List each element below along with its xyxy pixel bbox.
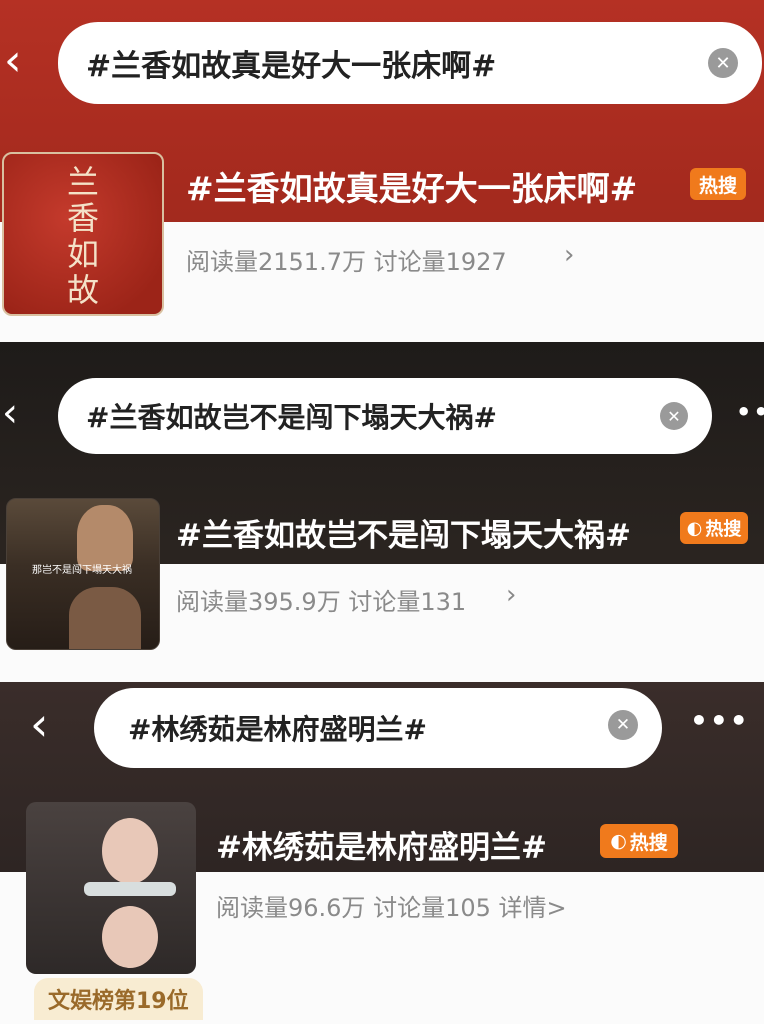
thumb-face-bottom: [102, 906, 158, 968]
more-icon[interactable]: ••: [736, 398, 764, 426]
clear-icon[interactable]: ✕: [708, 48, 738, 78]
search-query-text: #兰香如故岂不是闯下塌天大祸#: [86, 401, 497, 434]
topic-title[interactable]: #兰香如故岂不是闯下塌天大祸#: [176, 510, 631, 555]
badge-label: 热搜: [629, 831, 668, 854]
search-query-text: #兰香如故真是好大一张床啊#: [86, 49, 497, 84]
thumb-char: 香: [66, 199, 99, 237]
hot-search-badge: ◐ 热搜: [680, 512, 748, 544]
search-bar[interactable]: #兰香如故岂不是闯下塌天大祸#: [58, 378, 712, 454]
hot-icon: ◐: [610, 830, 627, 852]
thumb-subtitle: 那岂不是闯下塌天大祸: [32, 565, 132, 576]
more-icon[interactable]: •••: [690, 704, 750, 737]
thumb-calligraphy: 兰 香 如 故: [4, 164, 162, 308]
topic-title[interactable]: #兰香如故真是好大一张床啊#: [186, 162, 637, 210]
hot-topic-card-2: ‹ #兰香如故岂不是闯下塌天大祸# ✕ •• 那岂不是闯下塌天大祸 #兰香如故岂…: [0, 342, 764, 682]
chevron-right-icon[interactable]: ›: [506, 580, 516, 610]
thumb-collar: [84, 882, 176, 896]
badge-label: 热搜: [705, 519, 742, 540]
back-icon[interactable]: ‹: [2, 390, 18, 436]
topic-thumbnail[interactable]: 兰 香 如 故: [2, 152, 164, 316]
thumb-face-top: [102, 818, 158, 884]
hot-topic-card-1: ‹ #兰香如故真是好大一张床啊# ✕ 兰 香 如 故 #兰香如故真是好大一张床啊…: [0, 0, 764, 342]
thumb-figure-bottom: [69, 587, 141, 649]
topic-stats: 阅读量395.9万 讨论量131: [176, 588, 467, 616]
topic-stats: 阅读量96.6万 讨论量105 详情>: [216, 894, 567, 922]
clear-icon[interactable]: ✕: [608, 710, 638, 740]
badge-label: 热搜: [698, 174, 737, 197]
thumb-char: 故: [66, 271, 99, 309]
hot-search-badge: 热搜: [690, 168, 746, 200]
back-icon[interactable]: ‹: [30, 698, 48, 750]
topic-thumbnail[interactable]: 那岂不是闯下塌天大祸: [6, 498, 160, 650]
back-icon[interactable]: ‹: [4, 36, 22, 86]
topic-stats: 阅读量2151.7万 讨论量1927: [186, 248, 507, 276]
search-query-text: #林绣茹是林府盛明兰#: [128, 713, 427, 746]
topic-thumbnail[interactable]: [26, 802, 196, 974]
chevron-right-icon[interactable]: ›: [564, 240, 574, 270]
thumb-char: 兰: [66, 163, 99, 201]
hot-topic-card-3: ‹ #林绣茹是林府盛明兰# ✕ ••• #林绣茹是林府盛明兰# ◐ 热搜 阅读量…: [0, 682, 764, 1024]
topic-title[interactable]: #林绣茹是林府盛明兰#: [216, 822, 547, 867]
clear-icon[interactable]: ✕: [660, 402, 688, 430]
search-bar[interactable]: #林绣茹是林府盛明兰#: [94, 688, 662, 768]
hot-icon: ◐: [686, 517, 703, 539]
search-bar[interactable]: #兰香如故真是好大一张床啊#: [58, 22, 762, 104]
thumb-char: 如: [66, 235, 99, 273]
rank-tag[interactable]: 文娱榜第19位: [34, 978, 203, 1020]
hot-search-badge: ◐ 热搜: [600, 824, 678, 858]
